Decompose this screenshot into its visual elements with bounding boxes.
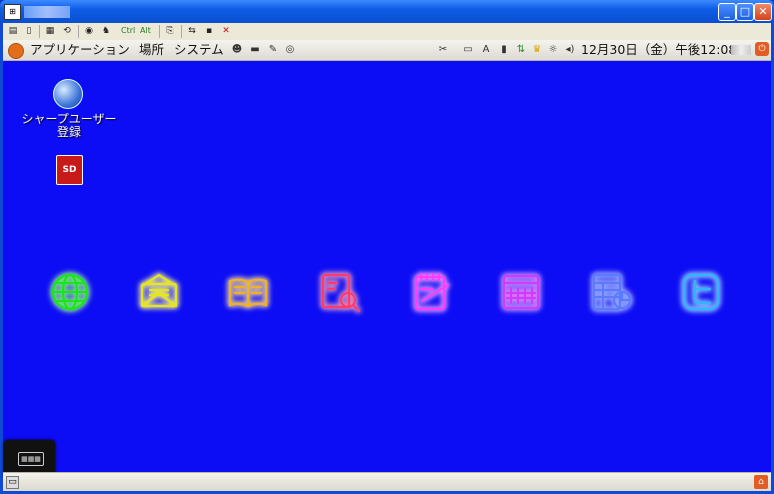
app-window-icon[interactable]: ⊞	[4, 4, 21, 20]
show-desktop-icon[interactable]: ▭	[6, 476, 19, 489]
toolbar-separator	[181, 25, 182, 38]
alt-key-button[interactable]: Alt	[140, 25, 151, 37]
brightness-icon[interactable]: ☼	[546, 43, 560, 56]
terminal-icon[interactable]: ▬	[248, 43, 262, 56]
menu-system[interactable]: システム	[174, 42, 224, 58]
trash-icon[interactable]: ⌂	[754, 475, 768, 489]
power-icon[interactable]: ⏻	[755, 42, 769, 56]
people-icon[interactable]: ☻	[230, 43, 244, 56]
ubuntu-logo-icon[interactable]	[8, 43, 24, 59]
save-icon[interactable]: ▪	[203, 25, 215, 37]
menu-applications[interactable]: アプリケーション	[30, 42, 130, 58]
tools-icon[interactable]: ✂	[436, 43, 450, 56]
user-indicator[interactable]	[731, 45, 751, 55]
keyboard-icon: ▦▦▦	[18, 452, 44, 466]
copy-icon[interactable]: ⎘	[164, 25, 176, 37]
toolbar: ▤ ▯ ▦ ⟲ ◉ ♞ Ctrl Alt ⎘ ⇆ ▪ ✕	[3, 23, 771, 41]
monitor-icon[interactable]: ▭	[461, 43, 475, 56]
maximize-button[interactable]: □	[736, 3, 754, 21]
dictionary-search-icon[interactable]	[317, 269, 363, 315]
toolbar-separator	[159, 25, 160, 38]
app-window: ⊞ _ □ ✕ ▤ ▯ ▦ ⟲ ◉ ♞ Ctrl Alt ⎘ ⇆ ▪ ✕ アプリ…	[0, 0, 774, 494]
eye-icon[interactable]: ◉	[83, 25, 95, 37]
font-icon[interactable]: A	[479, 43, 493, 56]
desktop[interactable]: シャープユーザー 登録 SD	[3, 61, 771, 472]
title-bar[interactable]: ⊞ _ □ ✕	[0, 0, 774, 23]
person-icon[interactable]: ♞	[100, 25, 112, 37]
browser-globe-icon[interactable]	[47, 269, 93, 315]
toolbar-separator	[78, 25, 79, 38]
grid-icon[interactable]: ▦	[44, 25, 56, 37]
menu-places[interactable]: 場所	[139, 42, 164, 58]
calendar-icon[interactable]	[498, 269, 544, 315]
ctrl-key-button[interactable]: Ctrl	[121, 25, 135, 37]
network-icon[interactable]: ⇅	[514, 43, 528, 56]
top-panel: アプリケーション 場所 システム ☻ ▬ ✎ ◎ ✂ ▭ A ▮ ⇅ ♛ ☼ ◂…	[3, 40, 771, 61]
book-icon[interactable]	[225, 269, 271, 315]
close-x-icon[interactable]: ✕	[220, 25, 232, 37]
volume-icon[interactable]: ◂)	[563, 43, 577, 56]
device-icon[interactable]: ▮	[497, 43, 511, 56]
twitter-icon[interactable]	[678, 269, 724, 315]
bottom-panel: ▭ ⌂	[3, 472, 771, 491]
mail-icon[interactable]	[136, 269, 182, 315]
sd-card-icon[interactable]: SD	[56, 155, 83, 185]
window-title	[24, 6, 70, 18]
document-icon[interactable]: ▯	[23, 25, 35, 37]
clock[interactable]: 12月30日（金）午後12:08	[581, 42, 736, 58]
refresh-icon[interactable]: ⟲	[61, 25, 73, 37]
globe-icon[interactable]	[53, 79, 83, 109]
crown-icon[interactable]: ♛	[530, 43, 544, 56]
document-settings-icon[interactable]: ▤	[7, 25, 19, 37]
pen-icon[interactable]: ✎	[266, 43, 280, 56]
disc-icon[interactable]: ◎	[283, 43, 297, 56]
desktop-icon-label-line2: 登録	[56, 125, 81, 139]
desktop-icon-label[interactable]: シャープユーザー 登録	[19, 113, 119, 139]
close-button[interactable]: ✕	[754, 3, 772, 21]
transfer-icon[interactable]: ⇆	[186, 25, 198, 37]
toolbar-separator	[39, 25, 40, 38]
spreadsheet-chart-icon[interactable]	[588, 269, 634, 315]
minimize-button[interactable]: _	[718, 3, 736, 21]
notepad-icon[interactable]	[408, 269, 454, 315]
